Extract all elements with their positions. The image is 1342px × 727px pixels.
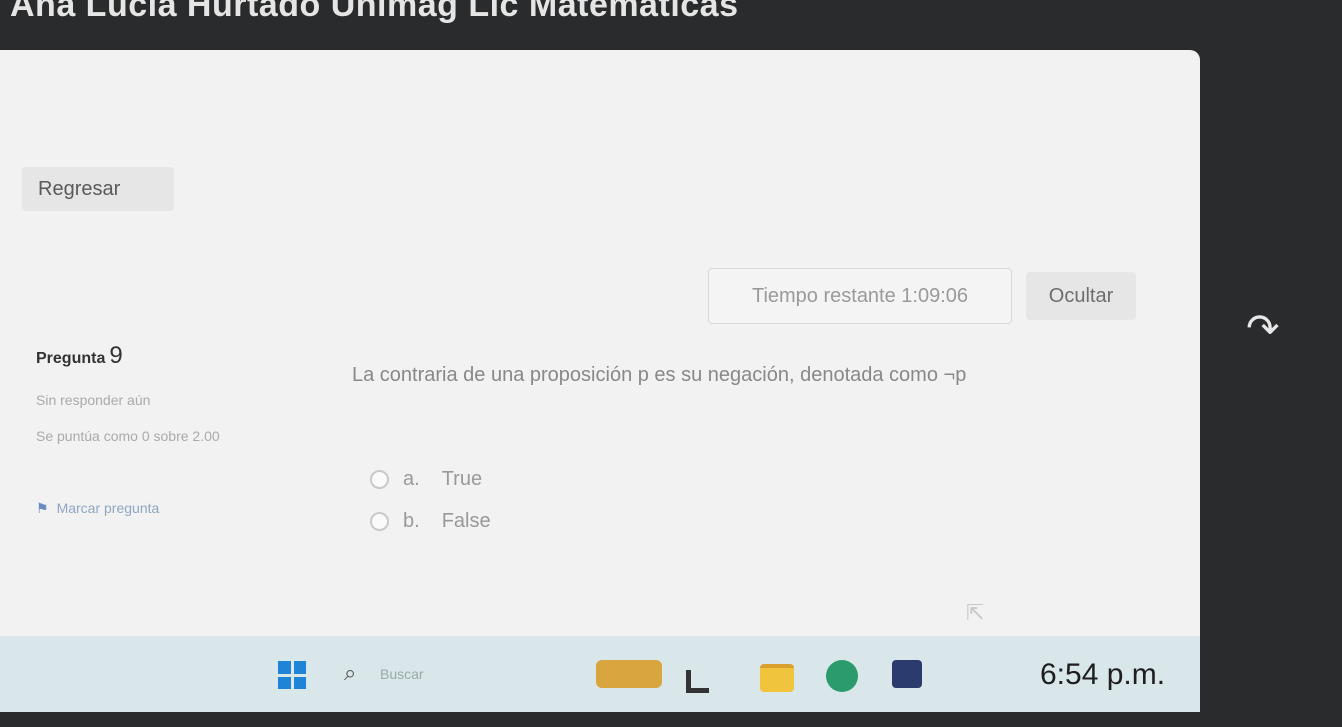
forward-arrow-icon: ↷: [1246, 307, 1280, 351]
question-grade: Se puntúa como 0 sobre 2.00: [36, 428, 220, 444]
answer-option-b[interactable]: b. False: [370, 510, 491, 533]
answer-option-a[interactable]: a. True: [370, 468, 482, 491]
quiz-screen: [0, 50, 1200, 650]
flag-icon: ⚑: [36, 500, 49, 516]
hide-timer-button[interactable]: Ocultar: [1026, 272, 1136, 320]
radio-button-a[interactable]: [370, 470, 389, 490]
question-text: La contraria de una proposición p es su …: [352, 364, 967, 386]
windows-start-icon[interactable]: [278, 661, 306, 689]
flag-question-label: Marcar pregunta: [56, 500, 160, 516]
flag-question-link[interactable]: ⚑ Marcar pregunta: [36, 500, 159, 517]
back-button[interactable]: Regresar: [22, 167, 174, 211]
question-label: Pregunta 9: [36, 342, 123, 370]
option-letter-b: b.: [403, 510, 420, 532]
option-letter-a: a.: [403, 468, 420, 490]
file-explorer-icon[interactable]: [760, 664, 794, 692]
option-label-b: False: [441, 510, 491, 532]
mouse-cursor-icon: ⇱: [966, 600, 985, 625]
taskbar-search-input[interactable]: Buscar: [380, 666, 424, 682]
widgets-icon[interactable]: [596, 660, 662, 688]
edge-browser-icon[interactable]: [826, 660, 858, 692]
search-icon[interactable]: ⌕: [344, 660, 356, 686]
question-state: Sin responder aún: [36, 392, 151, 408]
radio-button-b[interactable]: [370, 512, 389, 532]
app-title: Ana Lucía Hurtado Unimag Lic Matemáticas: [10, 0, 739, 24]
question-label-text: Pregunta: [36, 350, 106, 367]
option-label-a: True: [441, 468, 483, 490]
question-number: 9: [109, 342, 123, 369]
photo-frame: Ana Lucía Hurtado Unimag Lic Matemáticas…: [0, 0, 1342, 727]
task-view-icon[interactable]: [686, 670, 709, 693]
timer-display: Tiempo restante 1:09:06: [708, 268, 1012, 324]
window-header: Ana Lucía Hurtado Unimag Lic Matemáticas: [0, 0, 1342, 50]
taskbar-clock: 6:54 p.m.: [1040, 658, 1166, 691]
store-icon[interactable]: [892, 660, 922, 688]
